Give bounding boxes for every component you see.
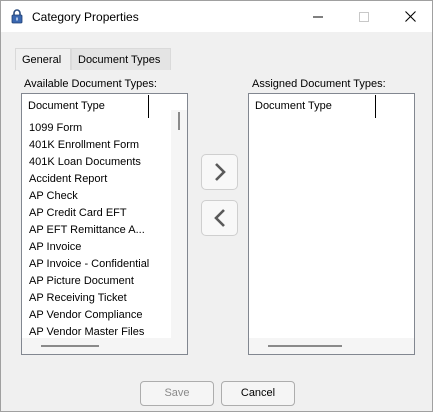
column-header[interactable]: Document Type	[22, 94, 148, 120]
column-resize-handle[interactable]	[148, 95, 149, 118]
maximize-button[interactable]	[341, 1, 387, 32]
assigned-types-label: Assigned Document Types:	[252, 78, 386, 90]
close-icon	[404, 11, 416, 22]
horizontal-scrollbar[interactable]	[22, 338, 187, 354]
category-properties-window: Category Properties General Document Typ…	[0, 0, 433, 412]
column-header-label: Document Type	[28, 100, 105, 112]
tab-document-types[interactable]: Document Types	[71, 48, 171, 70]
window-title: Category Properties	[32, 10, 139, 24]
vertical-scrollbar[interactable]	[171, 110, 187, 338]
close-button[interactable]	[387, 1, 433, 32]
list-item[interactable]: AP EFT Remittance A...	[22, 222, 171, 239]
minimize-button[interactable]	[295, 1, 341, 32]
available-types-label: Available Document Types:	[24, 78, 157, 90]
list-item[interactable]: AP Invoice	[22, 239, 171, 256]
cancel-button[interactable]: Cancel	[221, 381, 295, 406]
scrollbar-thumb[interactable]	[178, 112, 180, 130]
column-header-label: Document Type	[255, 100, 332, 112]
list-item[interactable]: AP Credit Card EFT	[22, 205, 171, 222]
tab-general[interactable]: General	[15, 48, 71, 70]
minimize-icon	[313, 16, 323, 17]
title-bar[interactable]: Category Properties	[1, 1, 432, 32]
list-item[interactable]: 401K Enrollment Form	[22, 137, 171, 154]
list-item[interactable]: AP Picture Document	[22, 273, 171, 290]
column-resize-handle[interactable]	[375, 95, 376, 118]
save-button[interactable]: Save	[140, 381, 214, 406]
available-items: 1099 Form 401K Enrollment Form 401K Loan…	[22, 120, 171, 341]
maximize-icon	[359, 11, 369, 22]
list-item[interactable]: AP Vendor Compliance	[22, 307, 171, 324]
list-item[interactable]: 1099 Form	[22, 120, 171, 137]
assign-button[interactable]	[201, 154, 238, 190]
padlock-icon	[11, 9, 23, 24]
list-item[interactable]: AP Check	[22, 188, 171, 205]
horizontal-scrollbar[interactable]	[249, 338, 414, 354]
list-item[interactable]: Accident Report	[22, 171, 171, 188]
scrollbar-thumb[interactable]	[268, 345, 342, 347]
scrollbar-thumb[interactable]	[41, 345, 99, 347]
unassign-button[interactable]	[201, 200, 238, 236]
chevron-left-icon	[213, 209, 225, 227]
list-item[interactable]: 401K Loan Documents	[22, 154, 171, 171]
list-item[interactable]: AP Invoice - Confidential	[22, 256, 171, 273]
column-header[interactable]: Document Type	[249, 94, 375, 120]
chevron-right-icon	[214, 163, 226, 181]
available-types-list[interactable]: Document Type 1099 Form 401K Enrollment …	[21, 93, 188, 355]
list-item[interactable]: AP Receiving Ticket	[22, 290, 171, 307]
assigned-types-list[interactable]: Document Type	[248, 93, 415, 355]
